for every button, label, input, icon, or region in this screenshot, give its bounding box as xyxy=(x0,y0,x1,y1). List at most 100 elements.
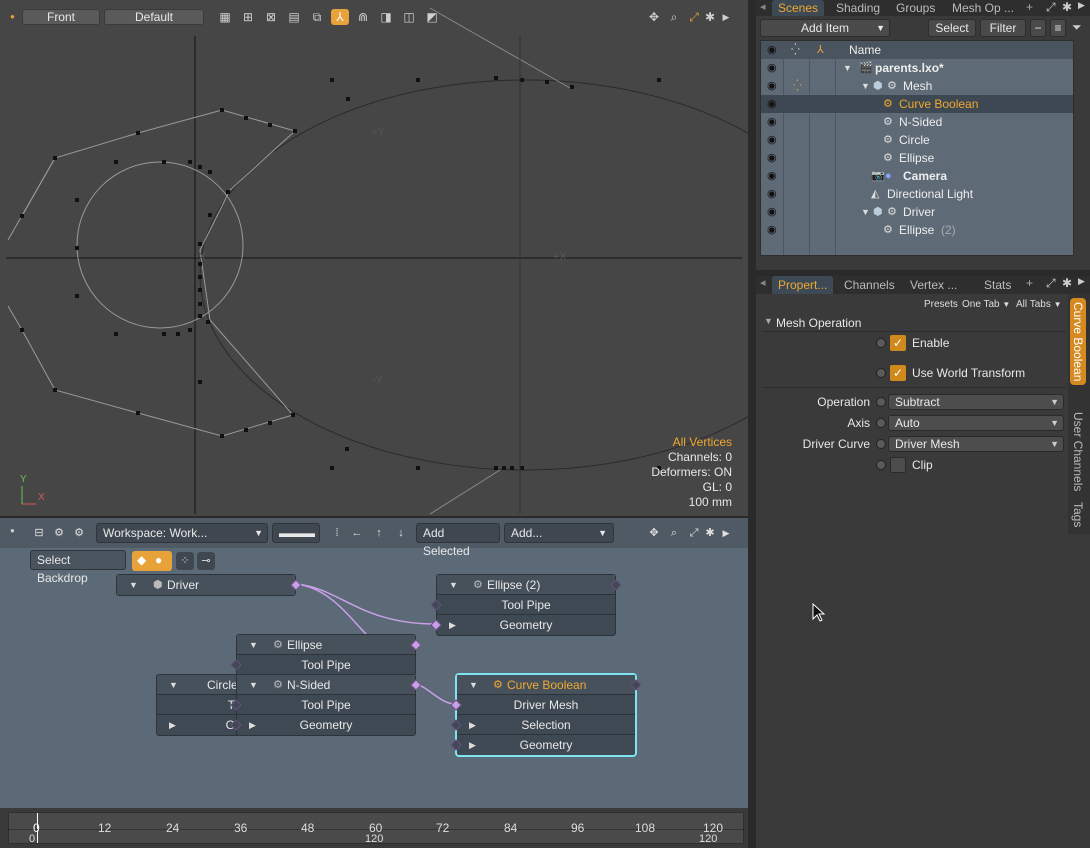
tree-scrollbar[interactable] xyxy=(1076,40,1086,256)
collapse-icon[interactable]: ▼ xyxy=(169,675,178,695)
more-icon[interactable]: ▶ xyxy=(717,9,735,25)
axis-dropdown[interactable]: Auto ▼ xyxy=(888,415,1064,431)
eye-icon[interactable]: ◉ xyxy=(767,203,779,221)
tree-item-curve-boolean[interactable]: ◉ ⚙ Curve Boolean xyxy=(761,95,1073,113)
node-header[interactable]: ▼ Circle xyxy=(157,675,239,695)
channel-dot[interactable] xyxy=(876,368,886,378)
clip-checkbox[interactable] xyxy=(890,457,906,473)
panel-menu-icon[interactable]: ◂ xyxy=(760,276,766,289)
driver-curve-dropdown[interactable]: Driver Mesh ▼ xyxy=(888,436,1064,452)
image-icon[interactable]: ◩ xyxy=(423,9,441,25)
gear-icon[interactable]: ✱ xyxy=(1062,0,1072,14)
book-icon[interactable]: ◫ xyxy=(400,9,418,25)
node-header[interactable]: ▼ ⚙ Ellipse xyxy=(237,635,422,655)
eye-icon[interactable]: ◉ xyxy=(767,59,779,77)
add-tab-icon[interactable]: + xyxy=(1026,0,1033,14)
expand-icon[interactable]: ▶ xyxy=(449,615,456,635)
tab-properties[interactable]: Propert... xyxy=(772,276,834,294)
node-header[interactable]: ▼ ⚙ Ellipse (2) xyxy=(437,575,622,595)
collapse-icon[interactable]: ▼ xyxy=(249,675,258,695)
texture-icon[interactable]: ⊞ xyxy=(239,9,257,25)
tab-stats[interactable]: Stats xyxy=(978,276,1017,294)
viewport-canvas[interactable] xyxy=(0,0,748,516)
node-row[interactable]: ▶ Geometry xyxy=(430,615,615,635)
collapse-all-icon[interactable]: − xyxy=(1030,19,1046,37)
side-tab-tags[interactable]: Tags xyxy=(1071,502,1085,527)
add-item-button[interactable]: Add Item ▼ xyxy=(760,19,890,37)
funnel-icon[interactable]: ⏷ xyxy=(1072,20,1082,35)
collapse-icon[interactable]: ▼ xyxy=(469,675,478,695)
channel-dot[interactable] xyxy=(876,397,886,407)
node-header[interactable]: ▼ ⬢ Driver xyxy=(117,575,302,595)
presets-button[interactable]: Presets xyxy=(924,299,958,310)
expand-icon[interactable]: ▶ xyxy=(469,735,476,755)
eye-icon[interactable]: ◉ xyxy=(767,167,779,185)
node-driver[interactable]: ▼ ⬢ Driver xyxy=(116,574,302,596)
node-row[interactable]: Tool Pipe xyxy=(430,595,615,615)
wire-icon[interactable]: ⊠ xyxy=(262,9,280,25)
node-row[interactable]: ▶ Geometry xyxy=(230,715,415,735)
tree-item-directional-light[interactable]: ◉ ◭ Directional Light xyxy=(761,185,1073,203)
vertical-splitter[interactable] xyxy=(748,0,756,848)
name-column-header[interactable]: Name xyxy=(849,43,881,57)
tree-item-mesh[interactable]: ◉ ⁛ ▼ ⬢ ⚙ Mesh xyxy=(761,77,1073,95)
enable-checkbox[interactable]: ✓ xyxy=(890,335,906,351)
eye-icon[interactable]: ◉ xyxy=(767,95,779,113)
eye-icon[interactable]: ◉ xyxy=(767,77,779,95)
tab-channels[interactable]: Channels xyxy=(838,276,901,294)
item-tree[interactable]: ◉ ⁛ ⅄ Name ◉ ▼ 🎬 parents.lxo* ◉ ⁛ ▼ ⬢ ⚙ … xyxy=(760,40,1074,256)
node-header[interactable]: ▼ ⚙ Curve Boolean xyxy=(457,675,642,695)
channel-dot[interactable] xyxy=(876,418,886,428)
tree-item-circle[interactable]: ◉ ⚙ Circle xyxy=(761,131,1073,149)
schematic-view[interactable]: ● ⊟ ⚙ ⚙ Workspace: Work... ▼ ▬▬▬ ⁞ ← ↑ ↓… xyxy=(0,518,748,808)
collapse-icon[interactable]: ▼ xyxy=(764,316,773,326)
collapse-icon[interactable]: ▼ xyxy=(449,575,458,595)
3d-viewport[interactable]: +Y -Y +X -X Y X ● Front Default ▦ ⊞ ⊠ ▤ … xyxy=(0,0,748,516)
tab-groups[interactable]: Groups xyxy=(890,0,941,16)
section-header[interactable]: ▼ Mesh Operation xyxy=(762,314,1066,332)
axis-icon[interactable]: ⅄ xyxy=(331,9,349,25)
node-ellipse[interactable]: ▼ ⚙ Ellipse Tool Pipe xyxy=(230,634,422,676)
node-row[interactable]: Tool Pipe xyxy=(230,695,415,715)
expand-icon[interactable]: ▶ xyxy=(169,715,176,735)
node-row[interactable]: ▶G xyxy=(157,715,239,735)
node-header[interactable]: ▼ ⚙ N-Sided xyxy=(237,675,422,695)
side-tab-curve-boolean[interactable]: Curve Boolean xyxy=(1070,298,1086,386)
node-row[interactable]: Tool Pipe xyxy=(230,655,415,675)
one-tab-dropdown[interactable]: One Tab ▼ xyxy=(962,299,1010,310)
channel-dot[interactable] xyxy=(876,338,886,348)
tree-item-driver[interactable]: ◉ ▼ ⬢ ⚙ Driver xyxy=(761,203,1073,221)
select-button[interactable]: Select xyxy=(928,19,976,37)
channel-dot[interactable] xyxy=(876,460,886,470)
maximize-icon[interactable]: ⤢ xyxy=(1046,0,1056,15)
expand-icon[interactable]: ▼ xyxy=(861,77,870,95)
expand-icon[interactable]: ▶ xyxy=(249,715,256,735)
node-ellipse-2[interactable]: ▼ ⚙ Ellipse (2) Tool Pipe ▶ Geometry xyxy=(430,574,622,636)
eye-icon[interactable]: ◉ xyxy=(767,185,779,203)
node-circle[interactable]: ▼ Circle T ▶G xyxy=(156,674,240,736)
timeline[interactable]: 0 12 24 36 48 60 72 84 96 108 120 0 120 … xyxy=(0,808,748,848)
use-world-checkbox[interactable]: ✓ xyxy=(890,365,906,381)
expand-icon[interactable]: ▼ xyxy=(843,59,852,77)
node-row[interactable]: ▶ Geometry xyxy=(450,735,635,755)
node-curve-boolean[interactable]: ▼ ⚙ Curve Boolean Driver Mesh ▶ Selection… xyxy=(450,674,642,756)
hatch-icon[interactable]: ▤ xyxy=(285,9,303,25)
more-icon[interactable]: ▶ xyxy=(1078,0,1085,11)
operation-dropdown[interactable]: Subtract ▼ xyxy=(888,394,1064,410)
zoom-icon[interactable]: ⌕ xyxy=(665,9,683,25)
timeline-ruler[interactable]: 0 12 24 36 48 60 72 84 96 108 120 0 120 … xyxy=(8,812,744,845)
eye-icon[interactable]: ◉ xyxy=(767,221,779,239)
filter-button[interactable]: Filter xyxy=(980,19,1026,37)
copy-icon[interactable]: ⧉ xyxy=(308,9,326,25)
tab-mesh-ops[interactable]: Mesh Op ... xyxy=(946,0,1020,16)
expand-icon[interactable]: ▶ xyxy=(469,715,476,735)
grid-icon[interactable]: ▦ xyxy=(216,9,234,25)
panel-menu-icon[interactable]: ◂ xyxy=(760,0,766,13)
collapse-icon[interactable]: ▼ xyxy=(249,635,258,655)
tree-item-ellipse[interactable]: ◉ ⚙ Ellipse xyxy=(761,149,1073,167)
eye-icon[interactable]: ◉ xyxy=(767,131,779,149)
tree-item-scene[interactable]: ◉ ▼ 🎬 parents.lxo* xyxy=(761,59,1073,77)
eye-icon[interactable]: ◉ xyxy=(767,149,779,167)
visibility-icon[interactable]: ◨ xyxy=(377,9,395,25)
shade-icon[interactable]: ⋒ xyxy=(354,9,372,25)
